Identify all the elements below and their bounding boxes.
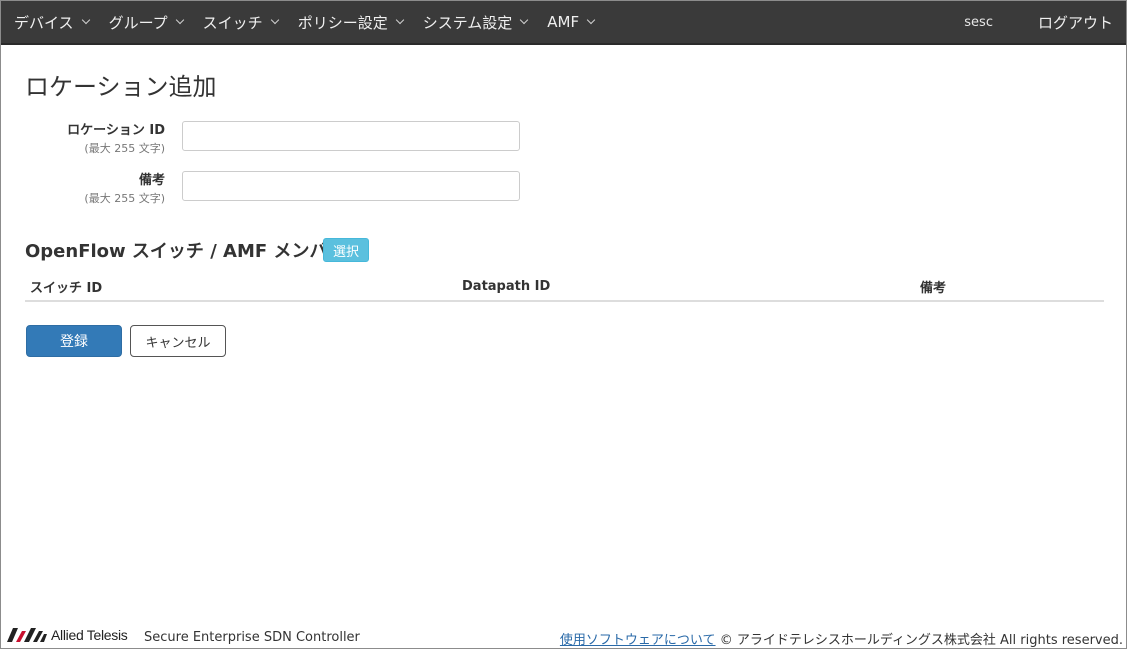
allied-telesis-logo-icon [7,628,47,642]
page-title: ロケーション追加 [25,73,217,101]
nav-menu-switches[interactable]: スイッチ [202,1,279,43]
top-navbar: デバイス グループ スイッチ ポリシー設定 システム設定 AMF sesc ログ… [1,1,1126,45]
note-label-group: 備考 (最大 255 文字) [5,169,165,206]
main-menu: デバイス グループ スイッチ ポリシー設定 システム設定 AMF [1,1,614,43]
chevron-down-icon [586,15,596,25]
chevron-down-icon [270,15,279,25]
nav-menu-label: グループ [108,13,168,32]
column-header-switch-id: スイッチ ID [30,281,103,296]
copyright-text: © アライドテレシスホールディングス株式会社 All rights reserv… [719,633,1123,648]
nav-menu-label: スイッチ [202,13,263,32]
members-section-title: OpenFlow スイッチ / AMF メンバー [25,241,346,262]
nav-menu-policy-settings[interactable]: ポリシー設定 [297,1,404,43]
note-label: 備考 [138,173,165,188]
nav-right: sesc ログアウト [964,1,1126,43]
product-name: Secure Enterprise SDN Controller [144,630,360,645]
members-table-header: スイッチ ID Datapath ID 備考 [25,271,1104,302]
nav-menu-label: システム設定 [422,13,513,32]
nav-menu-system-settings[interactable]: システム設定 [422,1,529,43]
chevron-down-icon [520,15,529,25]
note-row: 備考 (最大 255 文字) [1,167,601,207]
location-id-label: ロケーション ID [67,123,165,138]
nav-menu-label: AMF [547,13,580,31]
nav-menu-amf[interactable]: AMF [547,1,596,43]
location-id-input[interactable] [182,121,520,151]
software-info-link[interactable]: 使用ソフトウェアについて [560,633,716,648]
company-logo: Allied Telesis [7,627,128,643]
select-members-button[interactable]: 選択 [323,238,369,262]
nav-menu-label: ポリシー設定 [297,13,388,32]
note-hint: (最大 255 文字) [84,192,165,205]
register-button[interactable]: 登録 [26,325,122,357]
footer-right: 使用ソフトウェアについて © アライドテレシスホールディングス株式会社 All … [560,629,1123,648]
footer: Allied Telesis Secure Enterprise SDN Con… [1,621,1126,648]
nav-menu-devices[interactable]: デバイス [14,1,90,43]
location-id-label-group: ロケーション ID (最大 255 文字) [5,119,165,156]
column-header-note: 備考 [920,281,947,296]
note-input[interactable] [182,171,520,201]
logout-link[interactable]: ログアウト [1038,12,1113,33]
chevron-down-icon [175,15,184,25]
chevron-down-icon [395,15,404,25]
brand-name: Allied Telesis [51,627,128,643]
nav-menu-label: デバイス [14,13,74,32]
current-user: sesc [964,14,993,30]
location-id-row: ロケーション ID (最大 255 文字) [1,117,601,157]
cancel-button[interactable]: キャンセル [130,325,226,357]
chevron-down-icon [81,15,90,25]
column-header-datapath-id: Datapath ID [462,279,551,294]
location-id-hint: (最大 255 文字) [84,142,165,155]
nav-menu-groups[interactable]: グループ [108,1,184,43]
